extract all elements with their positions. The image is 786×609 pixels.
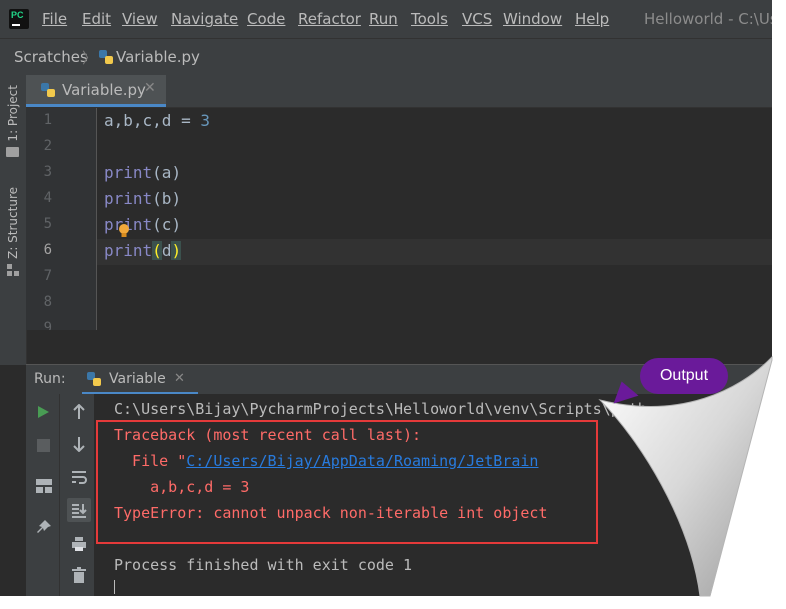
menu-edit[interactable]: Edit bbox=[82, 10, 111, 28]
python-file-icon bbox=[98, 49, 114, 69]
pycharm-window: File Edit View Navigate Code Refactor Ru… bbox=[0, 0, 772, 596]
code-function: print bbox=[104, 241, 153, 260]
window-title: Helloworld - C:\Use bbox=[644, 10, 772, 28]
python-file-icon bbox=[40, 82, 56, 102]
code-paren: ( bbox=[152, 241, 162, 260]
code-function: print bbox=[104, 189, 153, 208]
code-function: print bbox=[104, 163, 153, 182]
menu-navigate[interactable]: Navigate bbox=[171, 10, 238, 28]
line-number: 7 bbox=[43, 268, 52, 284]
code-line-1: a,b,c,d = 3 bbox=[104, 111, 210, 130]
code-number: 3 bbox=[200, 111, 210, 130]
arrow-down-icon[interactable] bbox=[72, 436, 86, 456]
python-icon bbox=[86, 371, 102, 391]
menu-bar: File Edit View Navigate Code Refactor Ru… bbox=[0, 0, 772, 38]
current-line-highlight bbox=[97, 239, 772, 265]
project-tool-tab[interactable]: 1: Project bbox=[6, 85, 20, 142]
trash-icon[interactable] bbox=[72, 567, 86, 587]
code-editor[interactable]: 1 2 3 4 5 6 7 8 9 a,b,c,d = 3 print(a) p… bbox=[26, 108, 772, 330]
code-text: (a) bbox=[152, 163, 182, 182]
stop-icon[interactable] bbox=[37, 437, 50, 456]
line-gutter: 1 2 3 4 5 6 7 8 9 bbox=[26, 108, 97, 330]
layout-icon[interactable] bbox=[36, 478, 52, 497]
code-text: (b) bbox=[152, 189, 182, 208]
code-line-3: print(a) bbox=[104, 163, 181, 182]
code-text: (c) bbox=[152, 215, 182, 234]
close-icon[interactable]: ✕ bbox=[144, 80, 156, 96]
folder-icon bbox=[6, 147, 19, 157]
code-line-4: print(b) bbox=[104, 189, 181, 208]
run-icon[interactable] bbox=[36, 404, 50, 423]
code-text: d bbox=[161, 241, 172, 260]
code-line-6: print(d) bbox=[104, 241, 182, 260]
toolbar-separator bbox=[59, 394, 60, 596]
menu-view[interactable]: View bbox=[122, 10, 158, 28]
scroll-to-end-icon[interactable] bbox=[67, 498, 91, 522]
output-callout: Output bbox=[640, 358, 728, 394]
structure-icon bbox=[7, 261, 19, 280]
run-tab-label: Variable bbox=[109, 371, 166, 387]
code-line-5: print(c) bbox=[104, 215, 181, 234]
code-text: a,b,c,d = bbox=[104, 111, 201, 130]
run-label: Run: bbox=[34, 371, 66, 387]
console-exit-status: Process finished with exit code 1 bbox=[114, 556, 413, 574]
arrow-up-icon[interactable] bbox=[72, 403, 86, 424]
pin-icon[interactable] bbox=[36, 519, 52, 539]
line-number: 3 bbox=[43, 164, 52, 180]
left-tool-window-bar: 1: Project Z: Structure bbox=[0, 75, 27, 365]
tab-variable-py[interactable]: Variable.py ✕ bbox=[26, 75, 166, 107]
close-icon[interactable]: ✕ bbox=[174, 371, 185, 386]
menu-window[interactable]: Window bbox=[503, 10, 562, 28]
line-number: 6 bbox=[43, 242, 52, 258]
line-number: 5 bbox=[43, 216, 52, 232]
line-number: 9 bbox=[43, 320, 52, 330]
breadcrumb: Scratches 〉 Variable.py bbox=[0, 38, 772, 76]
pycharm-logo-icon bbox=[9, 9, 29, 29]
line-number: 8 bbox=[43, 294, 52, 310]
breadcrumb-scratches[interactable]: Scratches bbox=[14, 48, 88, 66]
lightbulb-icon[interactable] bbox=[118, 223, 130, 237]
menu-tools[interactable]: Tools bbox=[411, 10, 448, 28]
menu-help[interactable]: Help bbox=[575, 10, 609, 28]
menu-file[interactable]: File bbox=[42, 10, 67, 28]
editor-tab-bar: Variable.py ✕ bbox=[26, 75, 772, 108]
error-highlight-box bbox=[96, 420, 598, 544]
soft-wrap-icon[interactable] bbox=[71, 469, 87, 489]
breadcrumb-file[interactable]: Variable.py bbox=[116, 48, 200, 66]
menu-vcs[interactable]: VCS bbox=[462, 10, 492, 28]
line-number: 1 bbox=[43, 112, 52, 128]
print-icon[interactable] bbox=[71, 536, 87, 556]
code-paren: ) bbox=[171, 241, 182, 260]
menu-refactor[interactable]: Refactor bbox=[298, 10, 361, 28]
tab-label: Variable.py bbox=[62, 81, 146, 99]
console-command: C:\Users\Bijay\PycharmProjects\Helloworl… bbox=[114, 400, 647, 418]
tab-run-variable[interactable]: Variable ✕ bbox=[82, 365, 198, 395]
chevron-right-icon: 〉 bbox=[82, 49, 98, 67]
line-number: 4 bbox=[43, 190, 52, 206]
text-cursor bbox=[114, 580, 115, 594]
menu-code[interactable]: Code bbox=[247, 10, 285, 28]
menu-run[interactable]: Run bbox=[369, 10, 398, 28]
run-toolbar bbox=[26, 394, 94, 596]
line-number: 2 bbox=[43, 138, 52, 154]
structure-tool-tab[interactable]: Z: Structure bbox=[6, 187, 20, 259]
